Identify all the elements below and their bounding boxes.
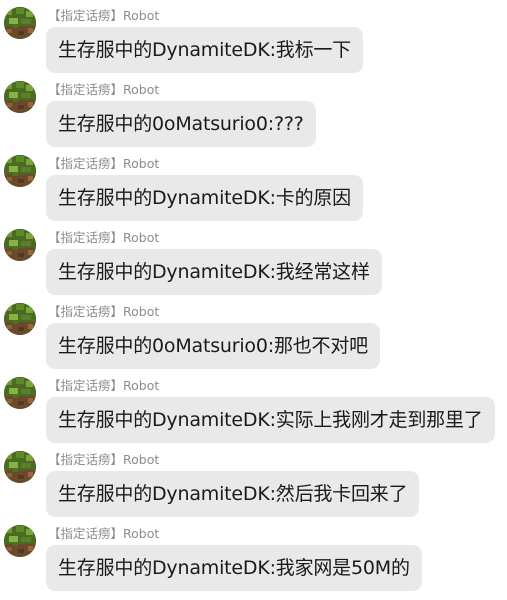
- message-bubble[interactable]: 生存服中的DynamiteDK:卡的原因: [46, 175, 363, 221]
- message-bubble[interactable]: 生存服中的DynamiteDK:然后我卡回来了: [46, 471, 420, 517]
- sender-name: 【指定话痨】Robot: [48, 304, 160, 319]
- avatar[interactable]: [4, 155, 36, 187]
- chat-message: 【指定话痨】Robot 生存服中的DynamiteDK:卡的原因: [0, 152, 507, 226]
- chat-message: 【指定话痨】Robot 生存服中的DynamiteDK:我标一下: [0, 4, 507, 78]
- grass-block-icon: [4, 81, 36, 113]
- message-bubble[interactable]: 生存服中的DynamiteDK:我经常这样: [46, 249, 382, 295]
- avatar[interactable]: [4, 525, 36, 557]
- chat-message: 【指定话痨】Robot 生存服中的DynamiteDK:我家网是50M的: [0, 522, 507, 596]
- sender-name: 【指定话痨】Robot: [48, 378, 160, 393]
- avatar[interactable]: [4, 303, 36, 335]
- message-bubble[interactable]: 生存服中的DynamiteDK:实际上我刚才走到那里了: [46, 397, 495, 443]
- chat-message: 【指定话痨】Robot 生存服中的0oMatsurio0:那也不对吧: [0, 300, 507, 374]
- grass-block-icon: [4, 229, 36, 261]
- grass-block-icon: [4, 303, 36, 335]
- message-bubble[interactable]: 生存服中的DynamiteDK:我家网是50M的: [46, 545, 422, 591]
- sender-name: 【指定话痨】Robot: [48, 156, 160, 171]
- grass-block-icon: [4, 451, 36, 483]
- grass-block-icon: [4, 7, 36, 39]
- sender-name: 【指定话痨】Robot: [48, 82, 160, 97]
- avatar[interactable]: [4, 7, 36, 39]
- sender-name: 【指定话痨】Robot: [48, 526, 160, 541]
- grass-block-icon: [4, 525, 36, 557]
- message-bubble[interactable]: 生存服中的DynamiteDK:我标一下: [46, 27, 363, 73]
- grass-block-icon: [4, 155, 36, 187]
- chat-message: 【指定话痨】Robot 生存服中的DynamiteDK:实际上我刚才走到那里了: [0, 374, 507, 448]
- avatar[interactable]: [4, 451, 36, 483]
- sender-name: 【指定话痨】Robot: [48, 452, 160, 467]
- sender-name: 【指定话痨】Robot: [48, 8, 160, 23]
- avatar[interactable]: [4, 377, 36, 409]
- chat-message: 【指定话痨】Robot 生存服中的0oMatsurio0:???: [0, 78, 507, 152]
- chat-message: 【指定话痨】Robot 生存服中的DynamiteDK:然后我卡回来了: [0, 448, 507, 522]
- chat-message: 【指定话痨】Robot 生存服中的DynamiteDK:我经常这样: [0, 226, 507, 300]
- sender-name: 【指定话痨】Robot: [48, 230, 160, 245]
- avatar[interactable]: [4, 81, 36, 113]
- message-bubble[interactable]: 生存服中的0oMatsurio0:???: [46, 101, 316, 147]
- avatar[interactable]: [4, 229, 36, 261]
- grass-block-icon: [4, 377, 36, 409]
- chat-message-list: 【指定话痨】Robot 生存服中的DynamiteDK:我标一下 【指定话痨】R…: [0, 0, 507, 600]
- message-bubble[interactable]: 生存服中的0oMatsurio0:那也不对吧: [46, 323, 380, 369]
